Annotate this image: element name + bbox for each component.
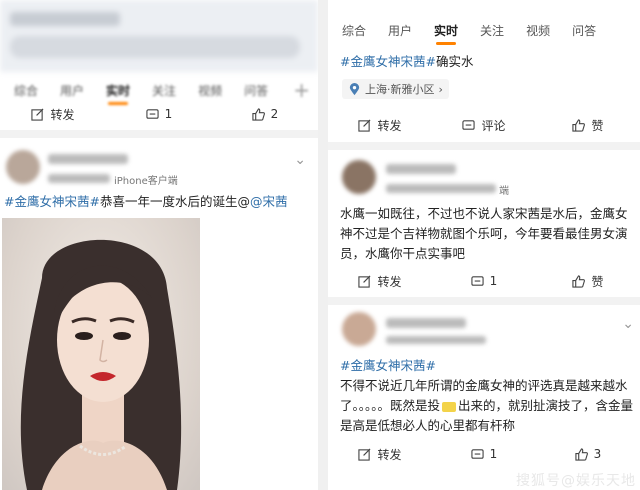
post-text: 水鹰一如既往，不过也不说人家宋茜是水后，金鹰女神不过是个吉祥物就图个乐呵，今年要… [340, 206, 628, 261]
chevron-down-icon[interactable]: ⌄ [294, 152, 306, 168]
watermark: 搜狐号@娱乐天地 [516, 473, 636, 489]
repost-button[interactable]: 转发 [0, 106, 106, 123]
tab-users[interactable]: 用户 [60, 82, 84, 99]
username-blurred[interactable] [386, 318, 466, 328]
username-blurred[interactable] [48, 154, 128, 164]
thumbs-up-icon [572, 274, 586, 288]
like-button[interactable]: 2 [212, 107, 318, 121]
repost-label: 转发 [50, 107, 75, 122]
comment-button[interactable]: 评论 [432, 117, 536, 134]
comment-icon [462, 119, 476, 130]
tab-comprehensive[interactable]: 综合 [14, 82, 38, 99]
repost-icon [31, 108, 44, 121]
location-label: 上海·新雅小区 [365, 83, 435, 96]
like-button[interactable]: 赞 [536, 273, 640, 290]
repost-icon [358, 448, 371, 461]
tab-qa[interactable]: 问答 [572, 22, 596, 39]
tab-video[interactable]: 视频 [198, 82, 222, 99]
post-divider [0, 130, 318, 138]
tab-realtime[interactable]: 实时 [106, 82, 130, 105]
right-screenshot: 综合 用户 实时 关注 视频 问答 #金鹰女神宋茜#确实水 上海·新雅小区 › … [328, 0, 640, 490]
post-actions: 转发 1 赞 [328, 268, 640, 294]
username-blurred[interactable] [386, 164, 456, 174]
post-divider [328, 142, 640, 150]
tab-realtime[interactable]: 实时 [434, 22, 458, 45]
repost-icon [358, 275, 371, 288]
post-text: 恭喜一年一度水后的诞生@ [99, 194, 250, 209]
comment-button[interactable]: 1 [432, 447, 536, 461]
post-body: 水鹰一如既往，不过也不说人家宋茜是水后，金鹰女神不过是个吉祥物就图个乐呵，今年要… [340, 204, 636, 264]
like-button[interactable]: 赞 [536, 117, 640, 134]
comment-button[interactable]: 1 [106, 107, 212, 121]
post-body: #金鹰女神宋茜#确实水 [340, 52, 473, 72]
search-header [0, 0, 318, 72]
tab-qa[interactable]: 问答 [244, 82, 268, 99]
post-image[interactable] [2, 218, 200, 490]
comment-button[interactable]: 1 [432, 274, 536, 288]
thumbs-up-icon [575, 447, 588, 461]
post-client: 端 [499, 186, 509, 197]
comment-count: 1 [489, 274, 498, 288]
comment-icon [471, 275, 484, 286]
hashtag-link[interactable]: #金鹰女神宋茜# [340, 358, 436, 373]
like-button[interactable]: 3 [536, 447, 640, 461]
post-client: iPhone客户端 [114, 176, 178, 187]
post-meta: iPhone客户端 [48, 172, 178, 187]
repost-button[interactable]: 转发 [328, 446, 432, 463]
thumbs-up-icon [572, 118, 586, 132]
add-tab-icon[interactable]: + [293, 76, 310, 104]
repost-label: 转发 [377, 118, 402, 133]
like-count: 2 [270, 107, 279, 121]
previous-post-actions: 转发 1 2 [0, 101, 318, 127]
repost-button[interactable]: 转发 [328, 273, 432, 290]
search-tabs: 综合 用户 实时 关注 视频 问答 + [0, 76, 318, 105]
hashtag-link[interactable]: #金鹰女神宋茜# [340, 54, 436, 69]
tab-video[interactable]: 视频 [526, 22, 550, 39]
post-meta-blurred [386, 336, 486, 344]
post-divider [328, 297, 640, 305]
portrait-illustration [20, 239, 182, 490]
left-screenshot: 综合 用户 实时 关注 视频 问答 + 转发 1 2 iPhone客户端 ⌄ #… [0, 0, 318, 490]
post-body: #金鹰女神宋茜#恭喜一年一度水后的诞生@@宋茜 [4, 192, 316, 212]
comment-icon [146, 108, 159, 119]
emoji-icon [442, 401, 457, 412]
post-body: #金鹰女神宋茜# 不得不说近几年所谓的金鹰女神的评选真是越来越水了。。。。。既然… [340, 356, 636, 436]
repost-label: 转发 [377, 274, 402, 289]
avatar[interactable] [342, 312, 376, 346]
location-arrow: › [438, 82, 443, 96]
location-chip[interactable]: 上海·新雅小区 › [342, 79, 449, 99]
thumbs-up-icon [252, 107, 265, 121]
avatar[interactable] [342, 160, 376, 194]
post-meta: 端 [386, 182, 509, 197]
like-count: 3 [593, 447, 602, 461]
repost-button[interactable]: 转发 [328, 117, 432, 134]
post-text: 确实水 [435, 54, 474, 69]
avatar[interactable] [6, 150, 40, 184]
comment-label: 评论 [481, 118, 506, 133]
comment-count: 1 [489, 447, 498, 461]
location-pin-icon [349, 82, 360, 95]
mention-link[interactable]: @宋茜 [250, 194, 288, 209]
tab-users[interactable]: 用户 [388, 22, 412, 39]
comment-icon [471, 448, 484, 459]
like-label: 赞 [591, 274, 604, 289]
repost-label: 转发 [377, 447, 402, 462]
chevron-down-icon[interactable]: ⌄ [622, 316, 634, 332]
hashtag-link[interactable]: #金鹰女神宋茜# [4, 194, 100, 209]
tab-following[interactable]: 关注 [152, 82, 176, 99]
post-actions: 转发 评论 赞 [328, 112, 640, 138]
comment-count: 1 [164, 107, 173, 121]
post-actions: 转发 1 3 [328, 441, 640, 467]
repost-icon [358, 119, 371, 132]
tab-comprehensive[interactable]: 综合 [342, 22, 366, 39]
tab-following[interactable]: 关注 [480, 22, 504, 39]
like-label: 赞 [591, 118, 604, 133]
search-tabs: 综合 用户 实时 关注 视频 问答 [328, 16, 640, 45]
